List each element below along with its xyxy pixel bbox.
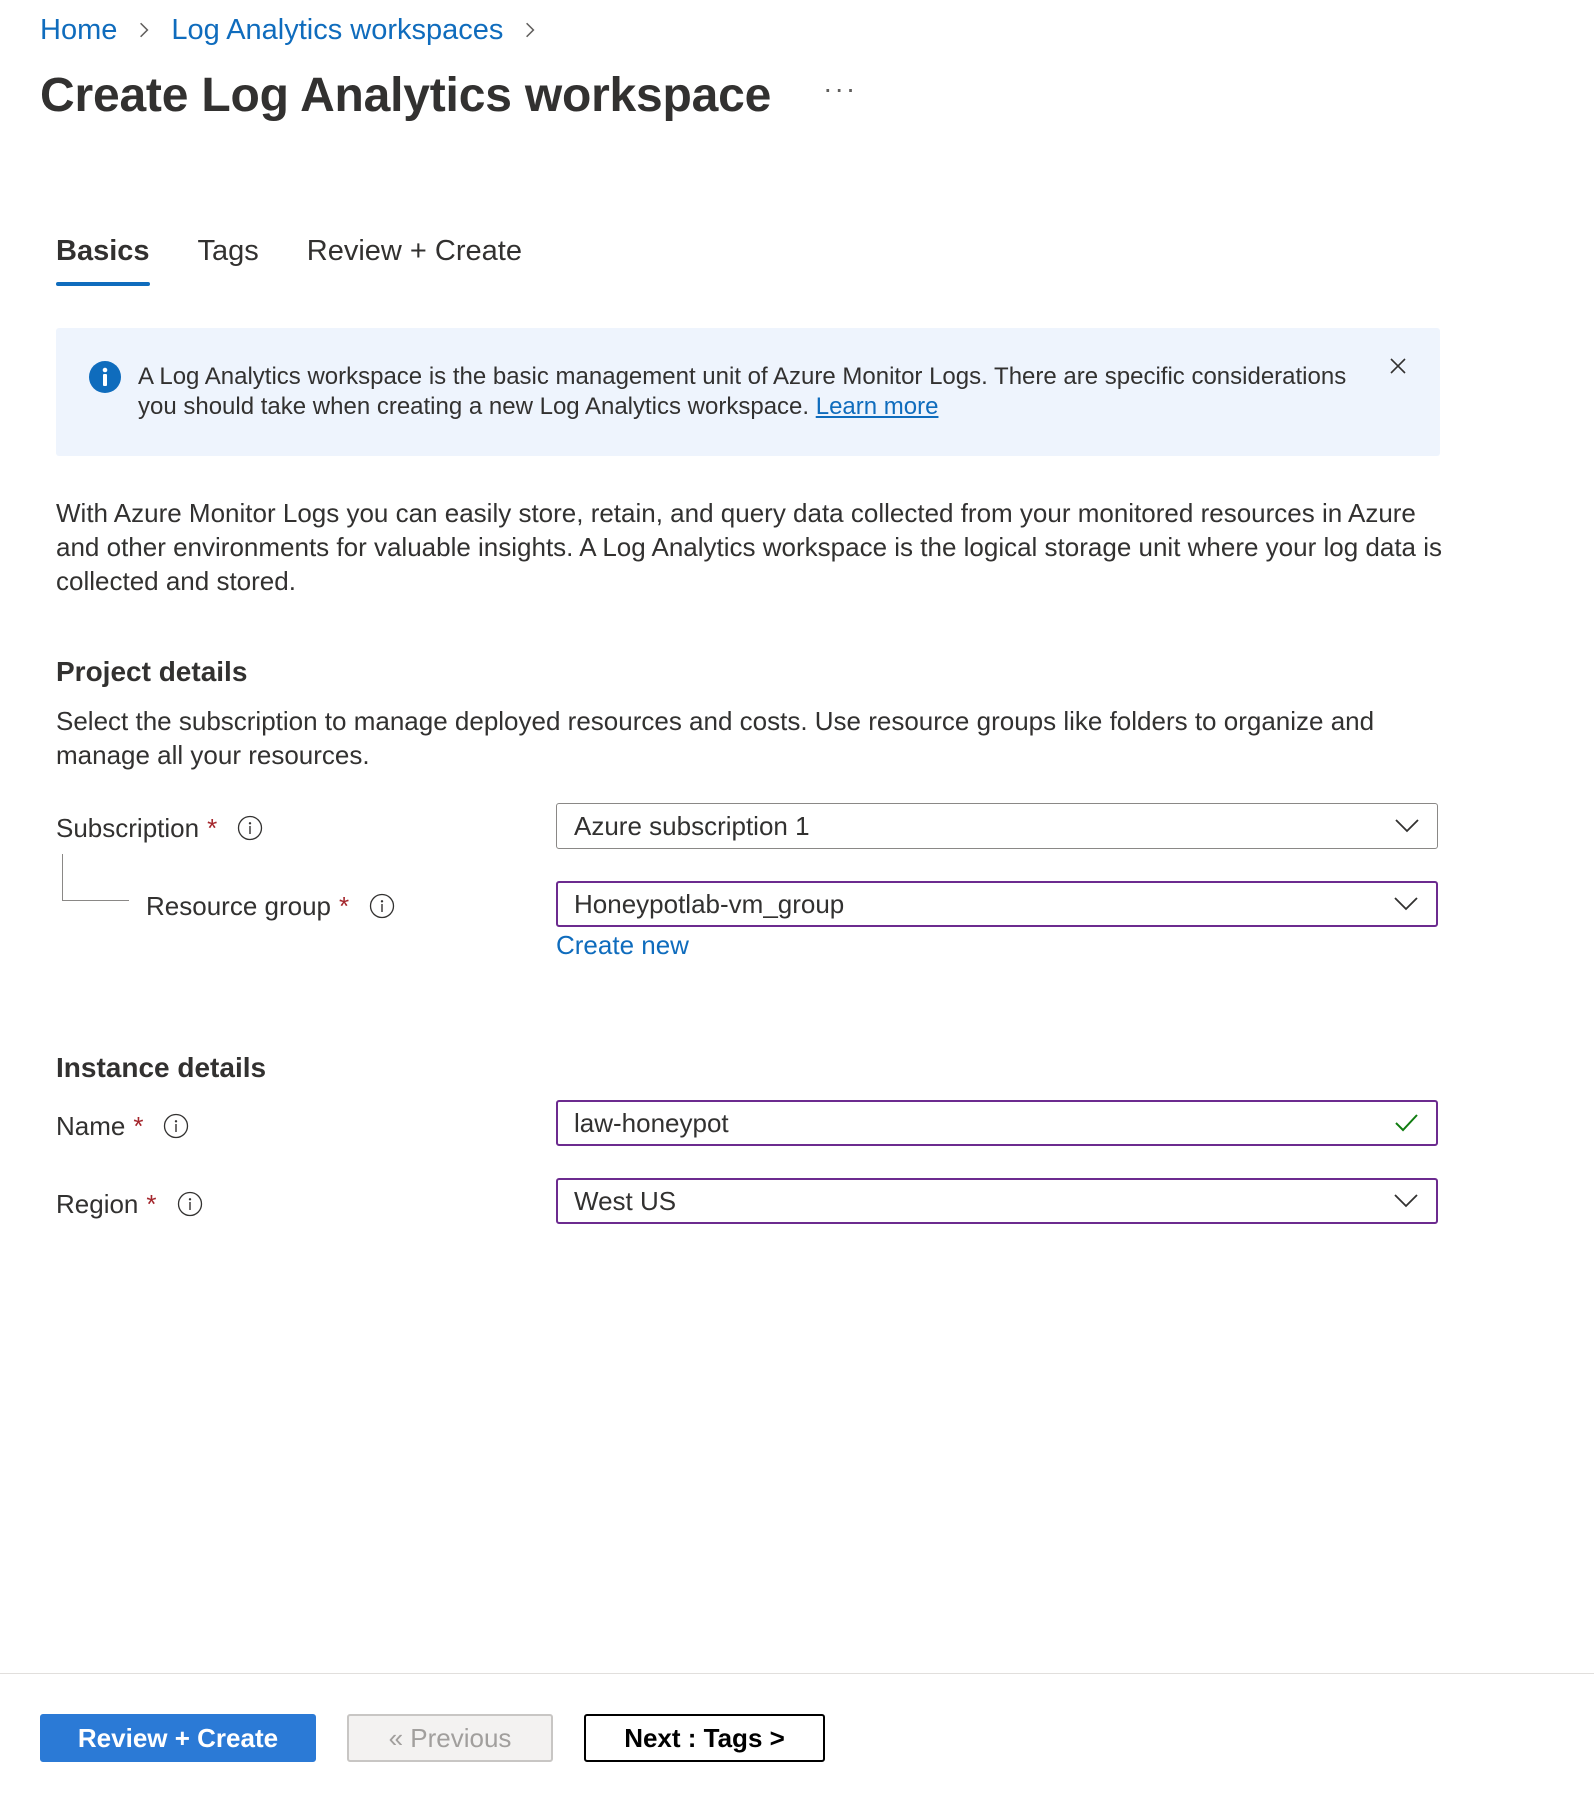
intro-text: With Azure Monitor Logs you can easily s… — [56, 498, 1443, 596]
resource-group-label: Resource group * — [146, 882, 395, 930]
page-title: Create Log Analytics workspace — [40, 69, 772, 122]
tab-basics[interactable]: Basics — [56, 235, 150, 286]
breadcrumb-workspaces-link[interactable]: Log Analytics workspaces — [171, 14, 503, 47]
resource-group-value: Honeypotlab-vm_group — [574, 888, 845, 919]
info-icon[interactable] — [163, 1113, 189, 1139]
previous-button[interactable]: « Previous — [347, 1714, 553, 1762]
info-icon[interactable] — [369, 893, 395, 919]
info-banner: A Log Analytics workspace is the basic m… — [56, 328, 1440, 456]
resource-group-dropdown[interactable]: Honeypotlab-vm_group — [556, 881, 1438, 927]
tab-review-create[interactable]: Review + Create — [307, 235, 522, 286]
name-label-text: Name — [56, 1110, 126, 1141]
chevron-down-icon — [1394, 1194, 1418, 1208]
tree-connector — [62, 854, 129, 901]
chevron-right-icon — [135, 21, 153, 39]
review-create-button[interactable]: Review + Create — [40, 1714, 316, 1762]
required-marker: * — [207, 812, 218, 843]
next-tags-button[interactable]: Next : Tags > — [584, 1714, 825, 1762]
region-value: West US — [574, 1185, 677, 1216]
close-icon[interactable] — [1386, 354, 1410, 378]
breadcrumb-home-link[interactable]: Home — [40, 14, 117, 47]
more-options-button[interactable]: ··· — [823, 74, 857, 117]
subscription-label-text: Subscription — [56, 812, 200, 843]
learn-more-link[interactable]: Learn more — [816, 393, 939, 420]
info-icon[interactable] — [177, 1191, 203, 1217]
resource-group-label-text: Resource group — [146, 890, 331, 921]
banner-message: A Log Analytics workspace is the basic m… — [138, 362, 1378, 422]
region-label-text: Region — [56, 1188, 139, 1219]
chevron-right-icon — [521, 21, 539, 39]
info-filled-icon — [89, 361, 121, 393]
tab-tags[interactable]: Tags — [198, 235, 259, 286]
chevron-down-icon — [1394, 897, 1418, 911]
name-label: Name * — [56, 1102, 189, 1150]
checkmark-icon — [1395, 1114, 1418, 1132]
project-details-desc: Select the subscription to manage deploy… — [56, 706, 1375, 770]
region-dropdown[interactable]: West US — [556, 1178, 1438, 1224]
subscription-value: Azure subscription 1 — [574, 810, 810, 841]
project-details-title: Project details — [56, 656, 248, 687]
region-label: Region * — [56, 1180, 203, 1228]
tab-bar: Basics Tags Review + Create — [56, 235, 522, 286]
name-value: law-honeypot — [574, 1107, 729, 1138]
create-new-link[interactable]: Create new — [556, 930, 689, 961]
chevron-down-icon — [1395, 819, 1419, 833]
create-workspace-page: Home Log Analytics workspaces Create Log… — [0, 0, 1594, 1798]
required-marker: * — [146, 1188, 157, 1219]
footer-divider — [0, 1673, 1594, 1674]
required-marker: * — [133, 1110, 144, 1141]
banner-text: A Log Analytics workspace is the basic m… — [138, 363, 1347, 420]
subscription-label: Subscription * — [56, 804, 263, 852]
name-input[interactable]: law-honeypot — [556, 1100, 1438, 1146]
subscription-dropdown[interactable]: Azure subscription 1 — [556, 803, 1438, 849]
breadcrumb: Home Log Analytics workspaces — [40, 10, 557, 50]
title-row: Create Log Analytics workspace ··· — [40, 68, 857, 123]
info-icon[interactable] — [237, 815, 263, 841]
required-marker: * — [339, 890, 350, 921]
instance-details-title: Instance details — [56, 1052, 267, 1083]
